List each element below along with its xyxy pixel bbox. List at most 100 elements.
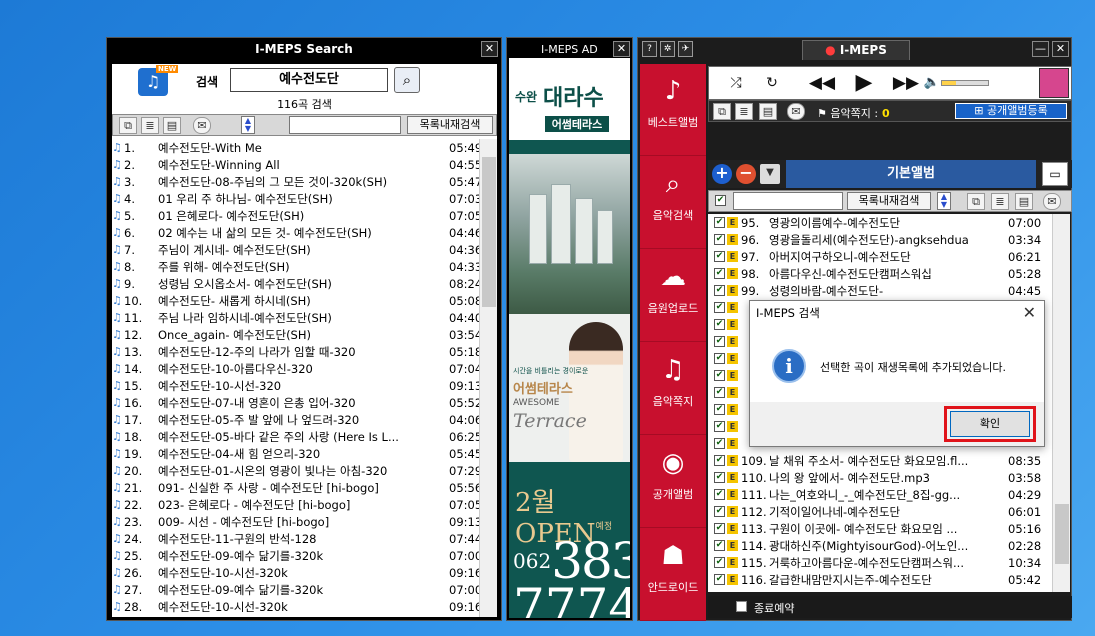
list-item[interactable]: ♫ 22. 023- 은혜로다 - 예수전도단 [hi-bogo] 07:05 xyxy=(112,496,497,513)
gear-icon[interactable]: ✲ xyxy=(660,41,675,57)
ok-button[interactable]: 확인 xyxy=(950,411,1030,437)
main-chat-bubble-icon[interactable]: ✉ xyxy=(787,103,805,120)
row-checkbox[interactable]: ✔ xyxy=(714,557,725,568)
album-delete-icon[interactable]: ▤ xyxy=(1015,193,1033,210)
list-item[interactable]: ♫ 12. Once_again- 예수전도단(SH) 03:54 xyxy=(112,326,497,343)
list-item[interactable]: ♫ 25. 예수전도단-09-예수 닮기를-320k 07:00 xyxy=(112,547,497,564)
main-list-view-icon[interactable]: ≣ xyxy=(735,103,753,120)
album-chat-icon[interactable]: ✉ xyxy=(1043,193,1061,210)
album-list-scrollbar[interactable] xyxy=(1052,214,1070,592)
album-filter-input[interactable] xyxy=(733,192,843,210)
table-row[interactable]: ✔ E 99. 성령의바람-예수전도단- 04:45 xyxy=(708,282,1052,299)
row-checkbox[interactable]: ✔ xyxy=(714,438,725,449)
list-item[interactable]: ♫ 5. 01 은혜로다- 예수전도단(SH) 07:05 xyxy=(112,207,497,224)
speaker-icon[interactable]: 🔈 xyxy=(923,69,941,97)
list-filter-input[interactable] xyxy=(289,116,401,134)
table-row[interactable]: ✔ E 111. 나는_여호와니_-_예수전도단_8집-gg... 04:29 xyxy=(708,486,1052,503)
album-list-scroll-thumb[interactable] xyxy=(1055,504,1069,564)
row-checkbox[interactable]: ✔ xyxy=(714,319,725,330)
row-checkbox[interactable]: ✔ xyxy=(714,506,725,517)
list-item[interactable]: ♫ 28. 예수전도단-10-시선-320k 09:16 xyxy=(112,598,497,615)
volume-slider[interactable] xyxy=(941,80,989,86)
list-item[interactable]: ♫ 17. 예수전도단-05-주 발 앞에 나 엎드려-320 04:06 xyxy=(112,411,497,428)
list-view-icon[interactable]: ≣ xyxy=(141,117,159,134)
sidebar-item[interactable]: ☗ 안드로이드 xyxy=(640,529,706,621)
row-checkbox[interactable]: ✔ xyxy=(714,251,725,262)
add-album-button[interactable]: + xyxy=(712,164,732,184)
list-item[interactable]: ♫ 19. 예수전도단-04-새 힘 얻으리-320 05:45 xyxy=(112,445,497,462)
ad-banner[interactable]: 수완 대라수 어썸테라스 시간을 비틀리는 경이로운 어썸테라스 AWESOME… xyxy=(509,58,630,618)
list-item[interactable]: ♫ 16. 예수전도단-07-내 영혼이 은총 입어-320 05:52 xyxy=(112,394,497,411)
list-item[interactable]: ♫ 18. 예수전도단-05-바다 같은 주의 사랑 (Here Is L... 06… xyxy=(112,428,497,445)
previous-button[interactable]: ◀◀ xyxy=(807,69,837,97)
row-checkbox[interactable]: ✔ xyxy=(714,574,725,585)
table-row[interactable]: ✔ E 97. 아버지여구하오니-예수전도단 06:21 xyxy=(708,248,1052,265)
row-checkbox[interactable]: ✔ xyxy=(714,455,725,466)
folder-icon[interactable]: ▭ xyxy=(1042,162,1068,186)
album-list-icon[interactable]: ≣ xyxy=(991,193,1009,210)
list-item[interactable]: ♫ 3. 예수전도단-08-주님의 그 모든 것이-320k(SH) 05:47 xyxy=(112,173,497,190)
table-row[interactable]: ✔ E 96. 영광을돌리세(예수전도단)-angksehdua 03:34 xyxy=(708,231,1052,248)
table-row[interactable]: ✔ E 112. 기적이일어나네-예수전도단 06:01 xyxy=(708,503,1052,520)
row-checkbox[interactable]: ✔ xyxy=(714,302,725,313)
album-sort-arrows-icon[interactable]: ▲ ▼ xyxy=(937,192,951,210)
row-checkbox[interactable]: ✔ xyxy=(714,472,725,483)
sidebar-item[interactable]: ⌕ 음악검색 xyxy=(640,157,706,249)
skin-cube-icon[interactable] xyxy=(1039,68,1069,98)
list-item[interactable]: ♫ 1. 예수전도단-With Me 05:49 xyxy=(112,139,497,156)
row-checkbox[interactable]: ✔ xyxy=(714,404,725,415)
select-all-checkbox[interactable]: ✔ xyxy=(715,195,726,206)
list-item[interactable]: ♫ 14. 예수전도단-10-아름다우신-320 07:04 xyxy=(112,360,497,377)
table-row[interactable]: ✔ E 95. 영광의이름예수-예수전도단 07:00 xyxy=(708,214,1052,231)
table-row[interactable]: ✔ E 110. 나의 왕 앞에서- 예수전도단.mp3 03:58 xyxy=(708,469,1052,486)
search-window-close-button[interactable]: ✕ xyxy=(481,41,498,57)
sidebar-item[interactable]: ♪ 베스트앨범 xyxy=(640,64,706,156)
repeat-icon[interactable]: ↻ xyxy=(759,69,785,97)
select-all-icon[interactable]: ⧉ xyxy=(119,117,137,134)
row-checkbox[interactable]: ✔ xyxy=(714,268,725,279)
table-row[interactable]: ✔ E 114. 광대하신주(MightyisourGod)-어노인... 02:28 xyxy=(708,537,1052,554)
row-checkbox[interactable]: ✔ xyxy=(714,234,725,245)
main-close-button[interactable]: ✕ xyxy=(1052,41,1069,57)
help-icon[interactable]: ? xyxy=(642,41,657,57)
album-dropdown-icon[interactable]: ▼ xyxy=(760,164,780,184)
main-select-all-icon[interactable]: ⧉ xyxy=(713,103,731,120)
table-row[interactable]: ✔ E 113. 구원이 이곳에- 예수전도단 화요모임 ... 05:16 xyxy=(708,520,1052,537)
magnifier-search-button[interactable]: ⌕ xyxy=(394,67,420,93)
play-button[interactable]: ▶ xyxy=(849,69,879,97)
shuffle-icon[interactable]: ⤮ xyxy=(725,69,747,97)
row-checkbox[interactable]: ✔ xyxy=(714,421,725,432)
list-item[interactable]: ♫ 26. 예수전도단-10-시선-320k 09:16 xyxy=(112,564,497,581)
list-item[interactable]: ♫ 24. 예수전도단-11-구원의 반석-128 07:44 xyxy=(112,530,497,547)
list-item[interactable]: ♫ 23. 009- 시선 - 예수전도단 [hi-bogo] 09:13 xyxy=(112,513,497,530)
shutdown-reserve-checkbox[interactable] xyxy=(736,601,747,612)
search-input[interactable]: 예수전도단 xyxy=(230,68,388,92)
search-list-scrollbar[interactable] xyxy=(479,139,497,617)
sidebar-item[interactable]: ◉ 공개앨범 xyxy=(640,436,706,528)
list-item[interactable]: ♫ 15. 예수전도단-10-시선-320 09:13 xyxy=(112,377,497,394)
list-item[interactable]: ♫ 21. 091- 신실한 주 사랑 - 예수전도단 [hi-bogo] 05:56 xyxy=(112,479,497,496)
sidebar-item[interactable]: ☁ 음원업로드 xyxy=(640,250,706,342)
search-list-scroll-thumb[interactable] xyxy=(482,157,496,307)
list-item[interactable]: ♫ 13. 예수전도단-12-주의 나라가 임할 때-320 05:18 xyxy=(112,343,497,360)
row-checkbox[interactable]: ✔ xyxy=(714,523,725,534)
row-checkbox[interactable]: ✔ xyxy=(714,285,725,296)
list-item[interactable]: ♫ 20. 예수전도단-01-시온의 영광이 빛나는 아침-320 07:29 xyxy=(112,462,497,479)
list-item[interactable]: ♫ 9. 성령님 오시옵소서- 예수전도단(SH) 08:24 xyxy=(112,275,497,292)
list-item[interactable]: ♫ 7. 주님이 계시네- 예수전도단(SH) 04:36 xyxy=(112,241,497,258)
table-row[interactable]: ✔ E 98. 아름다우신-예수전도단캠퍼스워십 05:28 xyxy=(708,265,1052,282)
dialog-close-button[interactable]: ✕ xyxy=(1023,303,1036,322)
main-delete-list-icon[interactable]: ▤ xyxy=(759,103,777,120)
list-item[interactable]: ♫ 11. 주님 나라 임하시네-예수전도단(SH) 04:40 xyxy=(112,309,497,326)
row-checkbox[interactable]: ✔ xyxy=(714,353,725,364)
album-select-icon[interactable]: ⧉ xyxy=(967,193,985,210)
list-item[interactable]: ♫ 10. 예수전도단- 새롭게 하시네(SH) 05:08 xyxy=(112,292,497,309)
public-album-register-button[interactable]: ⊞ 공개앨범등록 xyxy=(955,103,1067,119)
row-checkbox[interactable]: ✔ xyxy=(714,489,725,500)
list-item[interactable]: ♫ 27. 예수전도단-09-예수 닮기를-320k 07:00 xyxy=(112,581,497,598)
album-list-search-button[interactable]: 목록내재검색 xyxy=(847,192,931,210)
minimize-button[interactable]: — xyxy=(1032,41,1049,57)
row-checkbox[interactable]: ✔ xyxy=(714,370,725,381)
list-search-button[interactable]: 목록내재검색 xyxy=(407,116,493,134)
pin-icon[interactable]: ✈ xyxy=(678,41,693,57)
